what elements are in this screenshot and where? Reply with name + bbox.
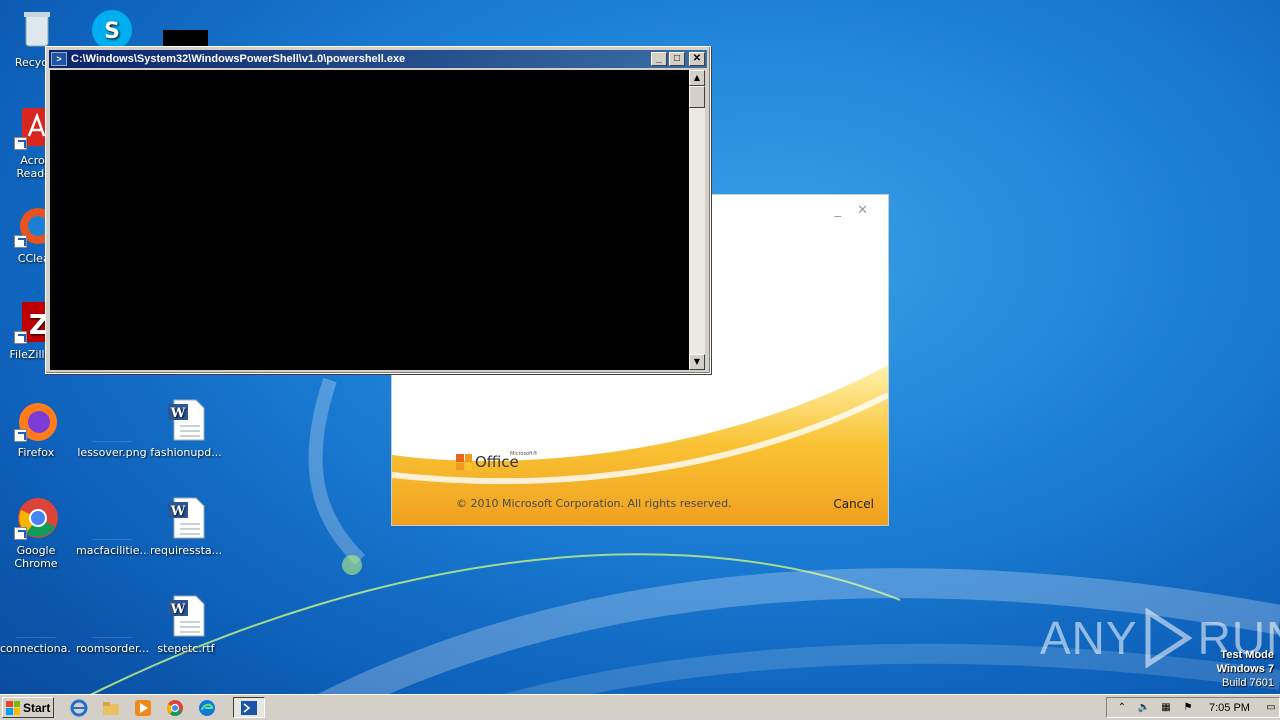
shortcut-arrow-icon	[14, 429, 27, 442]
clock[interactable]: 7:05 PM	[1209, 702, 1250, 714]
powershell-title: C:\Windows\System32\WindowsPowerShell\v1…	[71, 53, 406, 65]
office-logo: Office Microsoft®	[456, 451, 538, 471]
play-icon	[1145, 608, 1193, 668]
desktop-icon-label: macfacilitie...	[76, 544, 148, 557]
word-document-icon: W	[164, 398, 208, 442]
desktop-icon-roomsorder[interactable]: roomsorder....	[76, 594, 148, 655]
powershell-icon: >	[51, 52, 67, 66]
watermark-left-text: ANY	[1040, 612, 1138, 664]
scroll-down-arrow-icon[interactable]: ▼	[689, 354, 705, 370]
edge-icon[interactable]	[196, 698, 218, 718]
office-copyright: © 2010 Microsoft Corporation. All rights…	[456, 497, 732, 510]
shortcut-arrow-icon	[14, 137, 27, 150]
desktop-icon-label: requiressta...	[150, 544, 222, 557]
word-document-icon: W	[164, 594, 208, 638]
minimize-button[interactable]: _	[651, 52, 667, 66]
desktop-icon-label: stepetc.rtf	[157, 642, 215, 655]
office-window-controls[interactable]: _ ✕	[834, 203, 874, 218]
svg-text:W: W	[170, 406, 186, 421]
internet-explorer-icon[interactable]	[68, 698, 90, 718]
blank-file-icon	[90, 398, 134, 443]
desktop-icon-google-chrome[interactable]: Google Chrome	[0, 496, 72, 570]
taskbar-powershell-button[interactable]	[233, 697, 265, 718]
action-center-flag-icon[interactable]: ⚑	[1181, 701, 1195, 715]
powershell-icon	[241, 700, 257, 715]
office-logo-icon	[456, 454, 472, 470]
powershell-console[interactable]	[50, 70, 689, 370]
test-mode-line3: Build 7601	[1222, 677, 1274, 689]
desktop-icon-label: fashionupd...	[150, 446, 222, 459]
test-mode-notice: Test Mode Windows 7 Build 7601	[1217, 648, 1274, 690]
desktop-icon-fashionupd[interactable]: W fashionupd...	[150, 398, 222, 459]
desktop-icon-firefox[interactable]: Firefox	[0, 398, 72, 459]
windows-logo-icon	[6, 700, 20, 715]
desktop-icon-label: lessover.png	[77, 446, 147, 459]
desktop-icon-connectiona[interactable]: connectiona...	[0, 594, 72, 655]
close-button[interactable]: ✕	[689, 52, 705, 66]
chrome-icon	[14, 496, 58, 540]
scroll-thumb[interactable]	[689, 86, 705, 108]
blank-file-icon	[14, 594, 58, 639]
black-rectangle	[163, 30, 208, 46]
show-hidden-icons-icon[interactable]: ⌃	[1115, 701, 1129, 715]
desktop-icon-macfacilitie[interactable]: macfacilitie...	[76, 496, 148, 557]
blank-file-icon	[90, 496, 134, 541]
desktop-icon-label: connectiona...	[0, 642, 72, 655]
word-document-icon: W	[164, 496, 208, 540]
test-mode-line2: Windows 7	[1216, 663, 1274, 675]
shortcut-arrow-icon	[14, 235, 27, 248]
svg-text:W: W	[170, 602, 186, 617]
chrome-icon[interactable]	[164, 698, 186, 718]
test-mode-line1: Test Mode	[1220, 649, 1274, 661]
desktop-icon-requiressta[interactable]: W requiressta...	[150, 496, 222, 557]
desktop-icon-stepetc[interactable]: W stepetc.rtf	[150, 594, 222, 655]
show-desktop-icon[interactable]: ▭	[1264, 701, 1278, 715]
svg-text:W: W	[170, 504, 186, 519]
file-explorer-icon[interactable]	[100, 698, 122, 718]
network-icon[interactable]: ▦	[1159, 701, 1173, 715]
scroll-up-arrow-icon[interactable]: ▲	[689, 70, 705, 86]
start-label: Start	[23, 700, 51, 715]
office-logo-superscript: Microsoft®	[510, 451, 538, 457]
vertical-scrollbar[interactable]: ▲ ▼	[689, 70, 705, 370]
desktop-icon-label: Google Chrome	[14, 544, 58, 570]
desktop-icon-label: roomsorder....	[76, 642, 148, 655]
desktop-icon-lessover[interactable]: lessover.png	[76, 398, 148, 459]
shortcut-arrow-icon	[14, 331, 27, 344]
maximize-button[interactable]: □	[669, 52, 685, 66]
desktop-icon-label: Firefox	[17, 446, 55, 459]
quick-launch	[68, 698, 218, 718]
volume-icon[interactable]: 🔈	[1137, 701, 1151, 715]
blank-file-icon	[90, 594, 134, 639]
start-button[interactable]: Start	[2, 697, 54, 718]
system-tray: ⌃ 🔈 ▦ ⚑ 7:05 PM ▭	[1106, 697, 1280, 718]
firefox-icon	[14, 398, 58, 442]
powershell-window[interactable]: > C:\Windows\System32\WindowsPowerShell\…	[45, 46, 711, 374]
office-cancel-button[interactable]: Cancel	[833, 497, 874, 511]
powershell-titlebar[interactable]: > C:\Windows\System32\WindowsPowerShell\…	[49, 50, 707, 68]
taskbar: Start ⌃ 🔈 ▦ ⚑ 7:05 PM ▭	[0, 694, 1280, 720]
svg-text:S: S	[104, 19, 120, 44]
media-player-icon[interactable]	[132, 698, 154, 718]
shortcut-arrow-icon	[14, 527, 27, 540]
